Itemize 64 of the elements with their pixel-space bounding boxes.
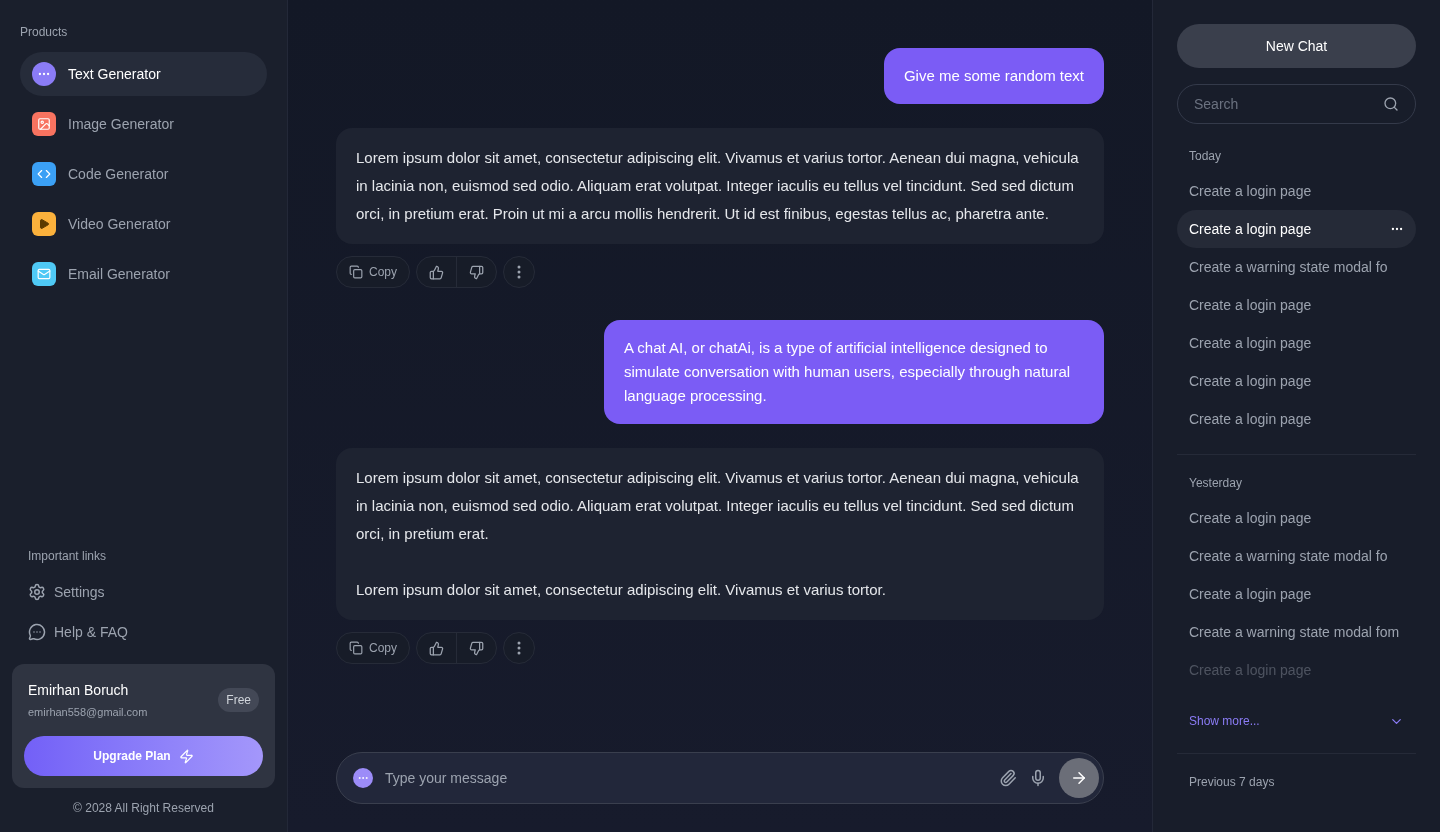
chat-history-item[interactable]: Create a login page (1177, 210, 1416, 248)
chat-history-item[interactable]: Create a login page (1177, 172, 1416, 210)
thumbs-down-icon (469, 264, 484, 280)
chat-history-item[interactable]: Create a warning state modal fo (1177, 537, 1416, 575)
product-item[interactable]: Email Generator (20, 252, 267, 296)
message-input[interactable]: Type your message (385, 768, 987, 788)
chat-history-item[interactable]: Create a login page (1177, 286, 1416, 324)
microphone-icon (1029, 769, 1047, 787)
paperclip-icon (999, 769, 1017, 787)
message-paragraph: Lorem ipsum dolor sit amet, consectetur adipiscing elit. Vivamus et varius tortor. Aenean dui magna, vehicula in lacinia non, euismod sed odio. Aliquam erat volutpat. Integer iaculis eu tellus vel tincidunt. Sed sed dictum orci, in pretium erat. (356, 468, 1080, 544)
product-item[interactable]: Image Generator (20, 102, 267, 146)
sidebar-link[interactable]: Settings (20, 571, 267, 612)
message-paragraph: Lorem ipsum dolor sit amet, consectetur adipiscing elit. Vivamus et varius tortor. Aenean dui magna, vehicula in lacinia non, euismod sed odio. Aliquam erat volutpat. Integer iaculis eu tellus vel tincidunt. Sed sed dictum orci, in pretium erat. Proin ut mi a arcu mollis hendrerit. Ut id est finibus, egestas tellus ac, pharetra ante. (356, 148, 1080, 224)
chat-history-item[interactable]: Create a login page (1177, 575, 1416, 613)
user-message-bubble: Give me some random text (883, 48, 1104, 104)
section-heading: Important links (27, 547, 108, 564)
product-item[interactable]: Text Generator (20, 52, 267, 96)
show-more-link[interactable]: Show more... (1177, 705, 1416, 737)
code-generator-icon (32, 162, 56, 186)
copyright-text: © 2028 All Right Reserved (72, 800, 215, 816)
send-button[interactable] (1059, 758, 1099, 798)
chat-history-item[interactable]: Create a login page (1177, 400, 1416, 438)
group-heading: Previous 7 days (1188, 774, 1276, 790)
thumbs-up-icon (429, 264, 444, 280)
group-heading: Yesterday (1188, 475, 1243, 491)
message-composer[interactable]: Type your message (336, 752, 1104, 804)
chat-history-item[interactable]: Create a login page (1177, 362, 1416, 400)
new-chat-button[interactable]: New Chat (1177, 24, 1416, 68)
copy-icon (349, 641, 363, 655)
group-heading: Today (1188, 148, 1223, 164)
chat-history-item[interactable]: Create a login page (1177, 499, 1416, 537)
settings-icon (28, 582, 46, 601)
microphone-button[interactable] (1029, 769, 1047, 787)
email-generator-icon (32, 262, 56, 286)
vertical-dots-icon (517, 641, 521, 655)
user-name: Emirhan Boruch (28, 680, 130, 700)
user-email: emirhan558@gmail.com (28, 704, 148, 720)
text-generator-icon (32, 62, 56, 86)
thumbs-down-icon (469, 640, 484, 656)
message-paragraph: Lorem ipsum dolor sit amet, consectetur adipiscing elit. Vivamus et varius tortor. (356, 580, 887, 600)
thumbs-up-icon (429, 640, 444, 656)
user-message-bubble: A chat AI, or chatAi, is a type of artificial intelligence designed to simulate conversation with human users, especially through natural language processing. (604, 320, 1104, 424)
upgrade-plan-button[interactable]: Upgrade Plan (24, 736, 263, 776)
vertical-dots-icon (517, 265, 521, 279)
video-generator-icon (32, 212, 56, 236)
search-icon (1383, 96, 1399, 112)
copy-icon (349, 265, 363, 279)
image-generator-icon (32, 112, 56, 136)
copy-button[interactable]: Copy (336, 632, 410, 664)
chat-bubble-icon (353, 768, 373, 788)
chat-bubble-icon (28, 622, 46, 641)
copy-button[interactable]: Copy (336, 256, 410, 288)
section-heading: Products (20, 24, 69, 40)
chat-history-item[interactable]: Create a warning state modal fo (1177, 248, 1416, 286)
sidebar-link[interactable]: Help & FAQ (20, 611, 267, 652)
product-item[interactable]: Video Generator (20, 202, 267, 246)
product-item[interactable]: Code Generator (20, 152, 267, 196)
attach-button[interactable] (999, 769, 1017, 787)
chat-history-item[interactable]: Create a login page (1177, 324, 1416, 362)
arrow-right-icon (1070, 769, 1088, 787)
search-input[interactable]: Search (1194, 94, 1383, 114)
lightning-icon (178, 748, 194, 764)
plan-badge: Free (218, 687, 259, 712)
chat-history-item[interactable]: Create a warning state modal fom (1177, 613, 1416, 651)
